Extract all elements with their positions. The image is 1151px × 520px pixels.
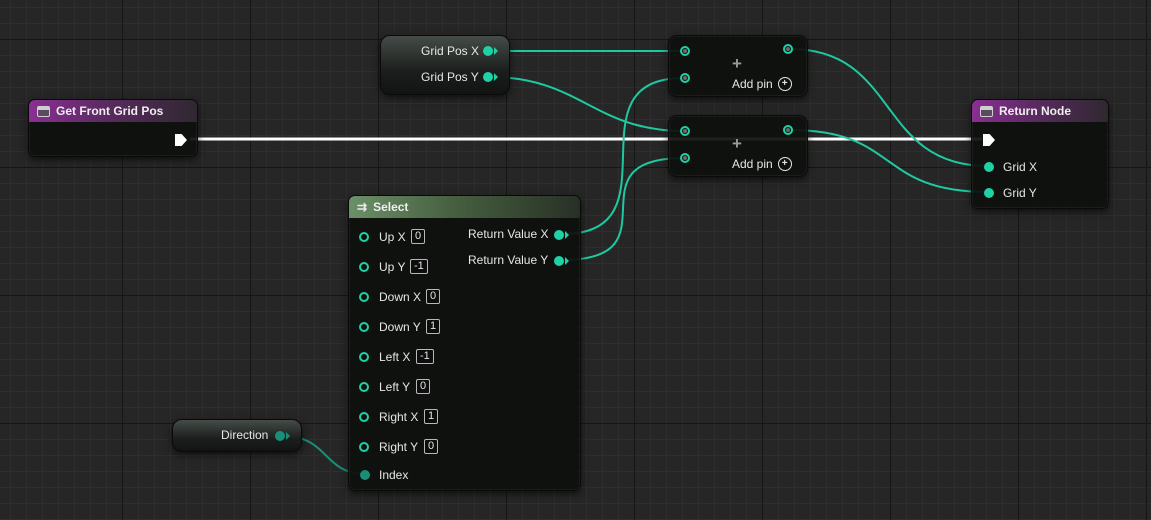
direction-label: Direction bbox=[221, 428, 269, 442]
add-node-1[interactable]: + Add pin + bbox=[668, 35, 808, 97]
select-icon: ⇉ bbox=[357, 200, 368, 214]
add2-add-pin-button[interactable]: Add pin + bbox=[732, 157, 792, 171]
select-header[interactable]: ⇉ Select bbox=[349, 196, 580, 218]
add-pin-icon: + bbox=[777, 157, 792, 171]
add-pin-icon: + bbox=[777, 77, 792, 91]
add-pin-label: Add pin bbox=[732, 157, 773, 171]
index-label: Index bbox=[379, 468, 409, 482]
return-value-y-label: Return Value Y bbox=[468, 253, 549, 267]
add1-add-pin-button[interactable]: Add pin + bbox=[732, 77, 792, 91]
select-input-label: Down Y bbox=[379, 320, 421, 334]
add1-input-a-pin[interactable] bbox=[680, 46, 690, 56]
grid-pos-y-label: Grid Pos Y bbox=[421, 70, 479, 84]
select-input-pin[interactable] bbox=[359, 352, 369, 362]
grid-y-label: Grid Y bbox=[1003, 186, 1037, 200]
grid-x-pin[interactable] bbox=[984, 162, 994, 172]
select-input-value[interactable]: 0 bbox=[424, 439, 439, 454]
select-input-label: Right X bbox=[379, 410, 419, 424]
add-node-2[interactable]: + Add pin + bbox=[668, 115, 808, 177]
select-input-label: Right Y bbox=[379, 440, 419, 454]
function-icon bbox=[980, 105, 993, 117]
add2-input-a-pin[interactable] bbox=[680, 126, 690, 136]
grid-pos-x-label: Grid Pos X bbox=[421, 44, 480, 58]
select-input-label: Left X bbox=[379, 350, 411, 364]
get-front-grid-pos-title: Get Front Grid Pos bbox=[56, 104, 164, 118]
grid-pos-y-pin[interactable] bbox=[483, 72, 493, 82]
direction-variable-node[interactable]: Direction bbox=[172, 419, 302, 452]
select-input-pin[interactable] bbox=[359, 382, 369, 392]
return-node-header[interactable]: Return Node bbox=[972, 100, 1108, 122]
select-input-value[interactable]: 0 bbox=[426, 289, 441, 304]
grid-pos-variable-node[interactable]: Grid Pos X Grid Pos Y bbox=[380, 35, 510, 95]
select-input-value[interactable]: 1 bbox=[426, 319, 441, 334]
pin-arrow-icon bbox=[286, 432, 290, 440]
get-front-grid-pos-node[interactable]: Get Front Grid Pos bbox=[28, 99, 198, 157]
select-input-value[interactable]: 0 bbox=[411, 229, 426, 244]
grid-x-label: Grid X bbox=[1003, 160, 1038, 174]
grid-pos-x-pin[interactable] bbox=[483, 46, 493, 56]
select-input-pin[interactable] bbox=[359, 232, 369, 242]
return-node[interactable]: Return Node Grid X Grid Y bbox=[971, 99, 1109, 209]
add2-output-pin[interactable] bbox=[783, 125, 793, 135]
wire-add2-to-gridy bbox=[789, 129, 989, 193]
wire-gridposy-to-add2-a bbox=[489, 76, 685, 132]
select-input-label: Down X bbox=[379, 290, 422, 304]
select-title: Select bbox=[373, 200, 409, 214]
pin-arrow-icon bbox=[565, 257, 569, 265]
return-value-x-label: Return Value X bbox=[468, 227, 549, 241]
pin-arrow-icon bbox=[494, 47, 498, 55]
select-input-pin[interactable] bbox=[359, 412, 369, 422]
select-input-pin[interactable] bbox=[359, 322, 369, 332]
index-pin[interactable] bbox=[360, 470, 370, 480]
plus-icon: + bbox=[732, 134, 742, 153]
exec-in-pin[interactable] bbox=[983, 134, 995, 146]
select-input-value[interactable]: -1 bbox=[416, 349, 434, 364]
select-input-value[interactable]: 0 bbox=[416, 379, 431, 394]
add2-input-b-pin[interactable] bbox=[680, 153, 690, 163]
select-input-label: Up X bbox=[379, 230, 406, 244]
select-input-pin[interactable] bbox=[359, 292, 369, 302]
get-front-grid-pos-header[interactable]: Get Front Grid Pos bbox=[29, 100, 197, 122]
select-input-value[interactable]: -1 bbox=[410, 259, 428, 274]
exec-out-pin[interactable] bbox=[175, 134, 187, 146]
select-input-pin[interactable] bbox=[359, 442, 369, 452]
pin-arrow-icon bbox=[494, 73, 498, 81]
add1-input-b-pin[interactable] bbox=[680, 73, 690, 83]
pin-arrow-icon bbox=[565, 231, 569, 239]
grid-y-pin[interactable] bbox=[984, 188, 994, 198]
return-value-x-pin[interactable] bbox=[554, 230, 564, 240]
add-pin-label: Add pin bbox=[732, 77, 773, 91]
select-input-label: Left Y bbox=[379, 380, 411, 394]
plus-icon: + bbox=[732, 54, 742, 73]
add1-output-pin[interactable] bbox=[783, 44, 793, 54]
direction-pin[interactable] bbox=[275, 431, 285, 441]
select-node[interactable]: ⇉ Select Up X 0 Up Y -1 Down X 0 Down Y … bbox=[348, 195, 581, 491]
return-node-title: Return Node bbox=[999, 104, 1071, 118]
select-input-label: Up Y bbox=[379, 260, 406, 274]
select-input-value[interactable]: 1 bbox=[424, 409, 439, 424]
function-icon bbox=[37, 105, 50, 117]
return-value-y-pin[interactable] bbox=[554, 256, 564, 266]
select-input-pin[interactable] bbox=[359, 262, 369, 272]
wire-add1-to-gridx bbox=[789, 48, 989, 167]
